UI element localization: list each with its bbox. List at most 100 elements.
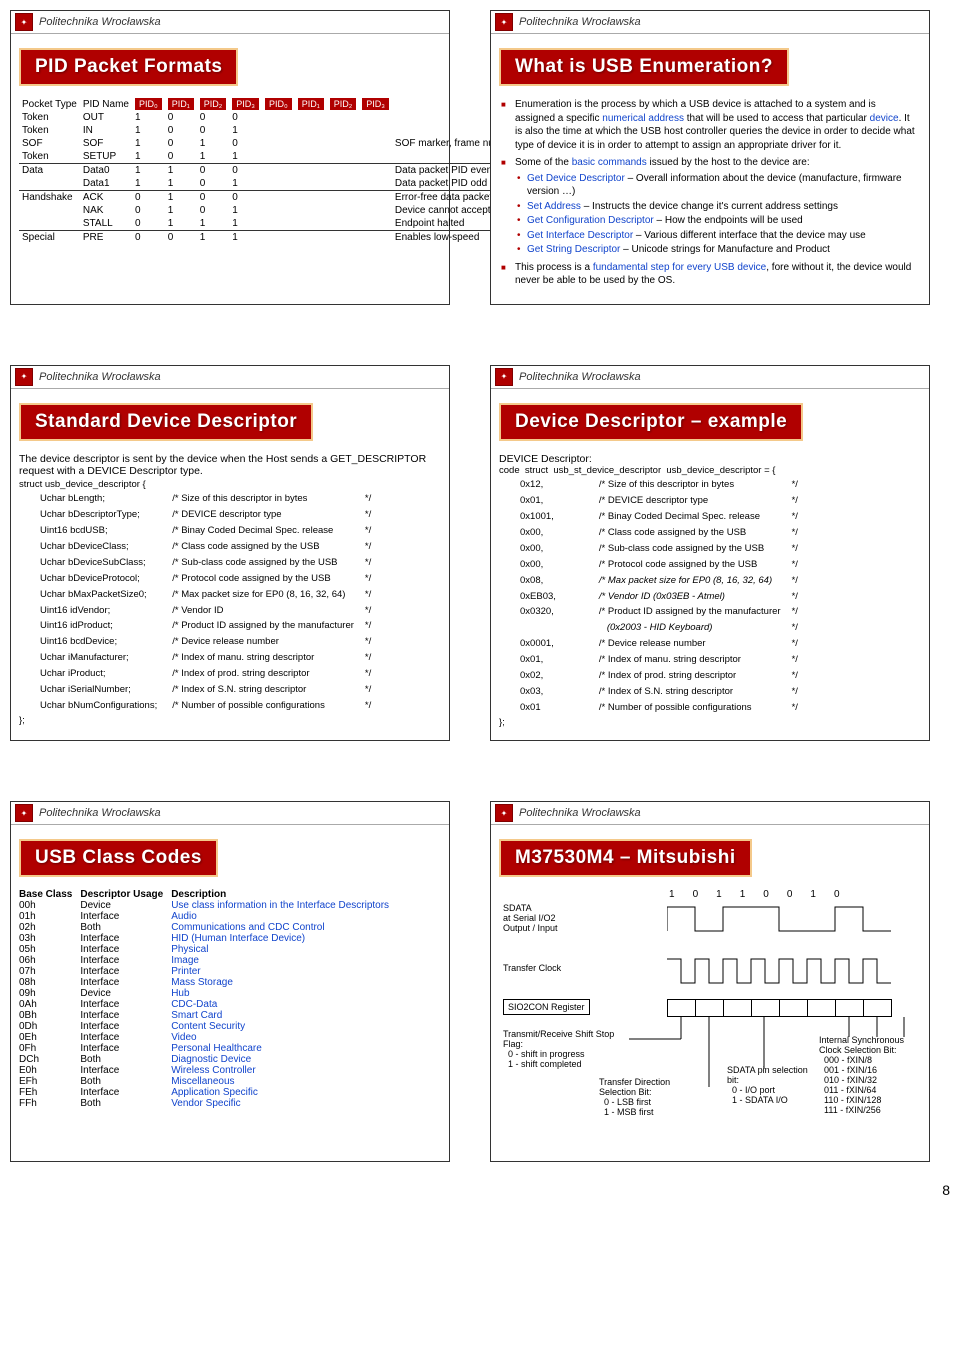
- table-row: Uint16 idProduct;/* Product ID assigned …: [39, 619, 372, 633]
- logo-icon: ✦: [495, 804, 513, 822]
- table-row: Uchar bNumConfigurations;/* Number of po…: [39, 699, 372, 713]
- slide-pid-packet-formats: ✦ Politechnika Wrocławska PID Packet For…: [10, 10, 450, 305]
- institution-name: Politechnika Wrocławska: [39, 16, 161, 28]
- table-row: 0x01/* Number of possible configurations…: [519, 701, 799, 715]
- bit-label: 0: [693, 889, 699, 900]
- enum-bullets: Enumeration is the process by which a US…: [499, 98, 921, 288]
- bit-label: 1: [716, 889, 722, 900]
- col-description: Description: [171, 889, 397, 900]
- bullet-3: This process is a fundamental step for e…: [515, 261, 917, 288]
- table-row: STALL0111Endpoint halted: [19, 217, 552, 231]
- list-item: Get Device Descriptor – Overall informat…: [527, 172, 917, 199]
- table-row: 0xEB03,/* Vendor ID (0x03EB - Atmel)*/: [519, 590, 799, 604]
- table-row: TokenOUT1000: [19, 111, 552, 124]
- slide-title: Standard Device Descriptor: [19, 403, 313, 441]
- slide-device-descriptor-example: ✦ Politechnika Wrocławska Device Descrip…: [490, 365, 930, 742]
- slide-header: ✦ Politechnika Wrocławska: [491, 802, 929, 825]
- table-row: 0x1001,/* Binay Coded Decimal Spec. rele…: [519, 510, 799, 524]
- table-row: 0x03,/* Index of S.N. string descriptor*…: [519, 685, 799, 699]
- table-row: Uchar bDescriptorType;/* DEVICE descript…: [39, 508, 372, 522]
- table-row: Data11101Data packet PID odd: [19, 177, 552, 191]
- bullet-1: Enumeration is the process by which a US…: [515, 98, 917, 152]
- col-base-class: Base Class: [19, 889, 80, 900]
- label-pin-select: SDATA pin selection bit: 0 - I/O port 1 …: [727, 1065, 817, 1105]
- bit-label: 1: [810, 889, 816, 900]
- pid-h7: PID₃: [362, 98, 389, 110]
- table-row: 02hBothCommunications and CDC Control: [19, 922, 397, 933]
- label-transfer-clock: Transfer Clock: [503, 963, 561, 973]
- logo-icon: ✦: [15, 13, 33, 31]
- table-row: EFhBothMiscellaneous: [19, 1076, 397, 1087]
- slide-title: What is USB Enumeration?: [499, 48, 789, 86]
- bullet-2: Some of the basic commands issued by the…: [515, 156, 917, 257]
- pid-h2: PID₂: [200, 98, 227, 110]
- table-row: 0DhInterfaceContent Security: [19, 1021, 397, 1032]
- logo-icon: ✦: [495, 368, 513, 386]
- page-number: 8: [942, 1182, 950, 1198]
- pid-table: Pocket Type PID Name PID₀ PID₁ PID₂ PID₃…: [19, 98, 552, 244]
- institution-name: Politechnika Wrocławska: [519, 807, 641, 819]
- label-register: SIO2CON Register: [503, 999, 590, 1015]
- table-row: SOFSOF1010SOF marker, frame number: [19, 137, 552, 150]
- institution-name: Politechnika Wrocławska: [519, 371, 641, 383]
- table-row: 05hInterfacePhysical: [19, 944, 397, 955]
- slide-usb-enumeration: ✦ Politechnika Wrocławska What is USB En…: [490, 10, 930, 305]
- col-packet-type: Pocket Type: [19, 98, 80, 111]
- table-row: 0x0320,/* Product ID assigned by the man…: [519, 605, 799, 619]
- table-row: SpecialPRE0011Enables low-speed: [19, 231, 552, 245]
- pid-h3: PID₃: [232, 98, 259, 110]
- list-item: Get Interface Descriptor – Various diffe…: [527, 229, 917, 243]
- bit-label: 1: [740, 889, 746, 900]
- slide-title: Device Descriptor – example: [499, 403, 803, 441]
- struct-close: };: [19, 715, 441, 727]
- slide-usb-class-codes: ✦ Politechnika Wrocławska USB Class Code…: [10, 801, 450, 1162]
- logo-icon: ✦: [15, 804, 33, 822]
- table-row: 0x01,/* Index of manu. string descriptor…: [519, 653, 799, 667]
- institution-name: Politechnika Wrocławska: [39, 371, 161, 383]
- slide-header: ✦ Politechnika Wrocławska: [11, 802, 449, 825]
- sdata-waveform-icon: [667, 903, 917, 935]
- table-row: Uchar bMaxPacketSize0;/* Max packet size…: [39, 588, 372, 602]
- clock-waveform-icon: [667, 955, 917, 987]
- table-row: Uchar bDeviceSubClass;/* Sub-class code …: [39, 556, 372, 570]
- table-row: 09hDeviceHub: [19, 988, 397, 999]
- table-row: Uchar bDeviceProtocol;/* Protocol code a…: [39, 572, 372, 586]
- logo-icon: ✦: [15, 368, 33, 386]
- label-clock-select: Internal Synchronous Clock Selection Bit…: [819, 1035, 929, 1115]
- table-row: 0x00,/* Class code assigned by the USB*/: [519, 526, 799, 540]
- bit-label: 0: [763, 889, 769, 900]
- table-row: 03hInterfaceHID (Human Interface Device): [19, 933, 397, 944]
- table-row: 00hDeviceUse class information in the In…: [19, 900, 397, 911]
- table-row: Uint16 idVendor;/* Vendor ID*/: [39, 604, 372, 618]
- logo-icon: ✦: [495, 13, 513, 31]
- slide-header: ✦ Politechnika Wrocławska: [11, 366, 449, 389]
- table-row: Uint16 bcdUSB;/* Binay Coded Decimal Spe…: [39, 524, 372, 538]
- table-row: 06hInterfaceImage: [19, 955, 397, 966]
- struct-close: };: [499, 717, 921, 729]
- struct-open: struct usb_device_descriptor {: [19, 479, 441, 491]
- slide-header: ✦ Politechnika Wrocławska: [491, 366, 929, 389]
- table-row: 0x0001,/* Device release number*/: [519, 637, 799, 651]
- list-item: Get Configuration Descriptor – How the e…: [527, 214, 917, 228]
- bit-label: 0: [834, 889, 840, 900]
- table-row: 0x02,/* Index of prod. string descriptor…: [519, 669, 799, 683]
- table-row: 01hInterfaceAudio: [19, 911, 397, 922]
- table-row: 08hInterfaceMass Storage: [19, 977, 397, 988]
- pid-h5: PID₁: [298, 98, 324, 110]
- table-row: FEhInterfaceApplication Specific: [19, 1087, 397, 1098]
- table-row: 0x00,/* Protocol code assigned by the US…: [519, 558, 799, 572]
- table-row: FFhBothVendor Specific: [19, 1098, 397, 1109]
- institution-name: Politechnika Wrocławska: [39, 807, 161, 819]
- table-row: 0EhInterfaceVideo: [19, 1032, 397, 1043]
- table-row: NAK0101Device cannot accept or send data: [19, 204, 552, 217]
- table-row: TokenIN1001: [19, 124, 552, 137]
- class-code-table: Base Class Descriptor Usage Description …: [19, 889, 397, 1109]
- label-sdata: SDATA at Serial I/O2 Output / Input: [503, 903, 558, 933]
- table-row: Uchar bLength;/* Size of this descriptor…: [39, 492, 372, 506]
- pid-h4: PID₀: [265, 98, 292, 110]
- table-row: Uchar iManufacturer;/* Index of manu. st…: [39, 651, 372, 665]
- table-row: Uchar iProduct;/* Index of prod. string …: [39, 667, 372, 681]
- pid-h6: PID₂: [330, 98, 357, 110]
- descriptor-head: DEVICE Descriptor:: [499, 453, 921, 465]
- slide-title: M37530M4 – Mitsubishi: [499, 839, 752, 877]
